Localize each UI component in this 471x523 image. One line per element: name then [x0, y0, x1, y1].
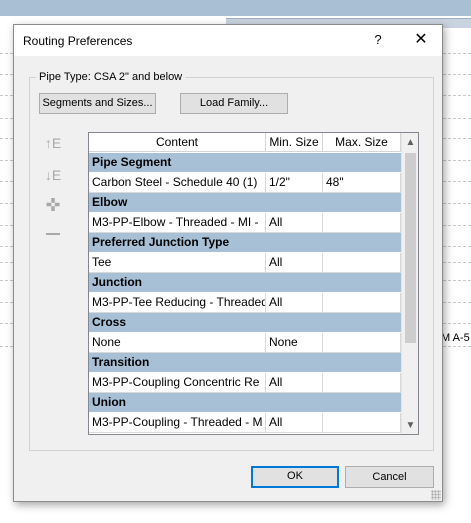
- table-row[interactable]: M3-PP-Coupling Concentric Re All: [89, 373, 401, 393]
- group-header-union: Union: [89, 393, 401, 413]
- table-row[interactable]: Carbon Steel - Schedule 40 (1) 1/2" 48": [89, 173, 401, 193]
- close-icon[interactable]: ✕: [410, 29, 432, 51]
- scroll-up-icon[interactable]: ▲: [402, 134, 418, 151]
- content-cell[interactable]: M3-PP-Tee Reducing - Threaded: [89, 293, 266, 312]
- grid-header: Content Min. Size Max. Size: [89, 133, 401, 152]
- min-size-cell[interactable]: All: [266, 293, 323, 312]
- column-header-max-size[interactable]: Max. Size: [323, 133, 401, 152]
- max-size-cell[interactable]: [323, 213, 401, 232]
- table-row[interactable]: M3-PP-Tee Reducing - Threaded All: [89, 293, 401, 313]
- table-row[interactable]: None None: [89, 333, 401, 353]
- max-size-cell[interactable]: [323, 293, 401, 312]
- min-size-cell[interactable]: All: [266, 253, 323, 272]
- max-size-cell[interactable]: [323, 253, 401, 272]
- dialog-titlebar[interactable]: Routing Preferences ? ✕: [14, 25, 442, 56]
- pipe-type-label: Pipe Type: CSA 2" and below: [36, 71, 186, 83]
- resize-grip-icon[interactable]: [431, 490, 441, 500]
- max-size-cell[interactable]: [323, 413, 401, 432]
- content-cell[interactable]: None: [89, 333, 266, 352]
- content-cell[interactable]: M3-PP-Coupling Concentric Re: [89, 373, 266, 392]
- routing-grid: Content Min. Size Max. Size Pipe Segment…: [88, 132, 419, 435]
- min-size-cell[interactable]: All: [266, 213, 323, 232]
- help-icon[interactable]: ?: [369, 31, 387, 49]
- ok-button[interactable]: OK: [251, 466, 339, 488]
- dialog-title: Routing Preferences: [23, 34, 133, 48]
- group-header-cross: Cross: [89, 313, 401, 333]
- min-size-cell[interactable]: All: [266, 373, 323, 392]
- load-family-button[interactable]: Load Family...: [180, 93, 288, 114]
- routing-preferences-dialog: Routing Preferences ? ✕ Pipe Type: CSA 2…: [13, 24, 443, 502]
- content-cell[interactable]: M3-PP-Elbow - Threaded - MI -: [89, 213, 266, 232]
- vertical-scrollbar[interactable]: ▲ ▼: [401, 133, 418, 434]
- content-cell[interactable]: Carbon Steel - Schedule 40 (1): [89, 173, 266, 192]
- group-header-transition: Transition: [89, 353, 401, 373]
- max-size-cell[interactable]: [323, 333, 401, 352]
- scroll-thumb[interactable]: [405, 153, 416, 343]
- cancel-button[interactable]: Cancel: [345, 466, 434, 488]
- segments-and-sizes-button[interactable]: Segments and Sizes...: [39, 93, 156, 114]
- table-row[interactable]: M3-PP-Elbow - Threaded - MI - All: [89, 213, 401, 233]
- move-up-icon[interactable]: ↑Ε: [43, 134, 63, 152]
- remove-row-icon[interactable]: [43, 225, 63, 243]
- content-cell[interactable]: Tee: [89, 253, 266, 272]
- min-size-cell[interactable]: 1/2": [266, 173, 323, 192]
- min-size-cell[interactable]: All: [266, 413, 323, 432]
- add-row-icon[interactable]: ✜: [43, 196, 63, 214]
- group-header-pipe-segment: Pipe Segment: [89, 153, 401, 173]
- max-size-cell[interactable]: 48": [323, 173, 401, 192]
- max-size-cell[interactable]: [323, 373, 401, 392]
- scroll-down-icon[interactable]: ▼: [402, 417, 418, 434]
- table-row[interactable]: Tee All: [89, 253, 401, 273]
- background-label: M A-5: [441, 332, 470, 344]
- background-app-header: [0, 0, 471, 16]
- grid-rows: Pipe Segment Carbon Steel - Schedule 40 …: [89, 153, 401, 433]
- table-row[interactable]: M3-PP-Coupling - Threaded - M All: [89, 413, 401, 433]
- move-down-icon[interactable]: ↓Ε: [43, 166, 63, 184]
- group-header-elbow: Elbow: [89, 193, 401, 213]
- group-header-preferred-junction-type: Preferred Junction Type: [89, 233, 401, 253]
- group-header-junction: Junction: [89, 273, 401, 293]
- min-size-cell[interactable]: None: [266, 333, 323, 352]
- column-header-content[interactable]: Content: [89, 133, 266, 152]
- content-cell[interactable]: M3-PP-Coupling - Threaded - M: [89, 413, 266, 432]
- column-header-min-size[interactable]: Min. Size: [266, 133, 323, 152]
